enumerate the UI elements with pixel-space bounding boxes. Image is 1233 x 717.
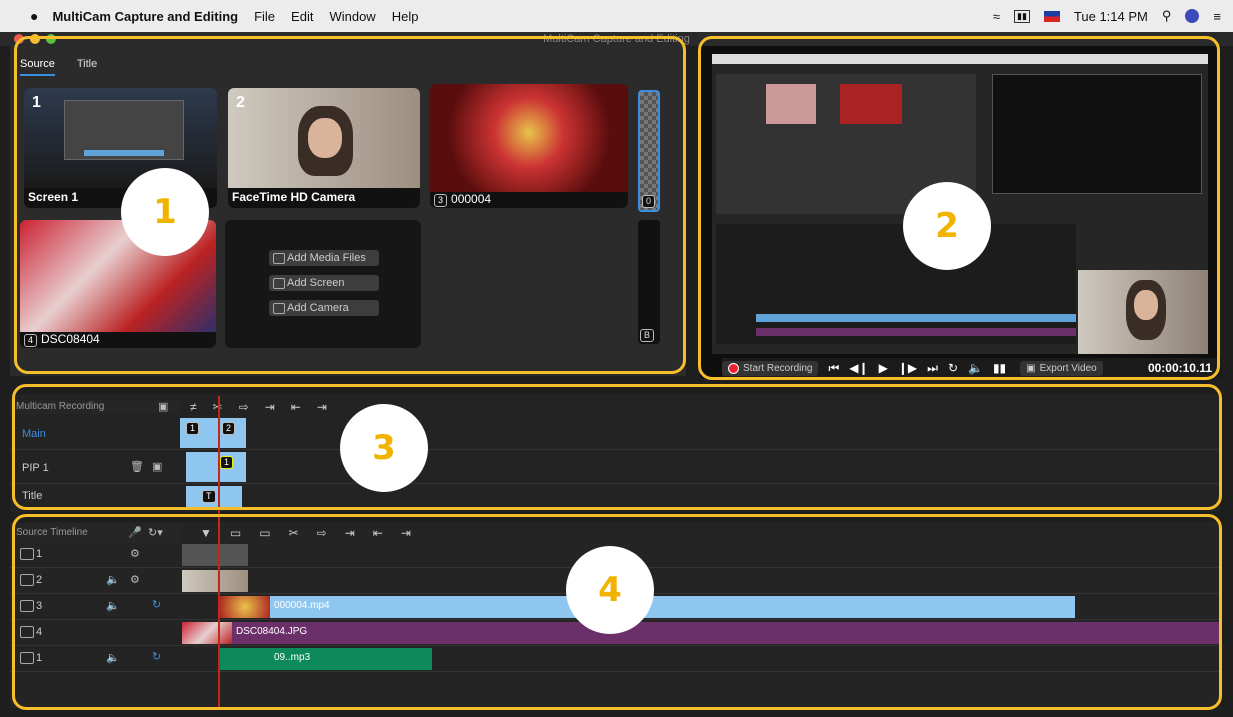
search-icon[interactable]: ⚲ xyxy=(1162,8,1172,24)
battery-icon[interactable]: ▮▮ xyxy=(1014,9,1030,23)
wifi-icon[interactable]: ≈ xyxy=(993,9,1000,24)
highlight-frame-1 xyxy=(14,36,686,374)
app-name[interactable]: MultiCam Capture and Editing xyxy=(52,9,238,24)
menu-bar: ● MultiCam Capture and Editing File Edit… xyxy=(0,0,1233,32)
apple-icon[interactable]: ● xyxy=(30,8,38,24)
menu-edit[interactable]: Edit xyxy=(291,9,313,24)
menu-window[interactable]: Window xyxy=(329,9,375,24)
callout-2: 2 xyxy=(903,182,991,270)
list-icon[interactable]: ≡ xyxy=(1213,9,1221,24)
callout-4: 4 xyxy=(566,546,654,634)
menu-help[interactable]: Help xyxy=(392,9,419,24)
flag-icon[interactable] xyxy=(1043,10,1060,22)
clock[interactable]: Tue 1:14 PM xyxy=(1074,9,1148,24)
callout-1: 1 xyxy=(121,168,209,256)
highlight-frame-3 xyxy=(12,384,1222,510)
menu-file[interactable]: File xyxy=(254,9,275,24)
siri-icon[interactable] xyxy=(1185,9,1200,23)
callout-3: 3 xyxy=(340,404,428,492)
